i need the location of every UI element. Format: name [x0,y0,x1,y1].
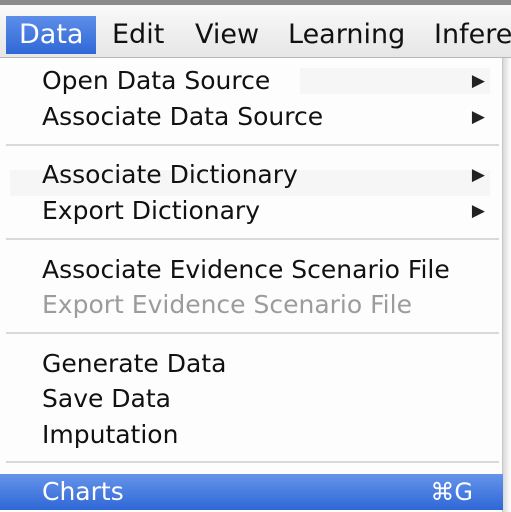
app-window: Data Edit View Learning Infere Open Data… [0,0,511,512]
menu-item-label: Generate Data [42,349,227,378]
menu-item-imputation[interactable]: Imputation [0,417,503,453]
menu-separator [6,461,499,463]
menubar-data[interactable]: Data [6,16,97,54]
menu-item-associate-data-source[interactable]: Associate Data Source ▶ [0,99,503,135]
menubar-learning[interactable]: Learning [275,16,418,54]
data-menu-dropdown: Open Data Source ▶ Associate Data Source… [0,58,503,512]
menu-item-label: Export Evidence Scenario File [42,290,412,319]
menu-bar: Data Edit View Learning Infere [0,0,511,58]
submenu-arrow-icon: ▶ [471,201,485,221]
menu-item-label: Associate Data Source [42,102,324,131]
menu-bar-top-edge [0,0,511,5]
menu-item-label: Save Data [42,384,172,413]
menubar-edit[interactable]: Edit [99,16,177,54]
menu-item-label: Associate Evidence Scenario File [42,255,450,284]
submenu-arrow-icon: ▶ [471,107,485,127]
menu-item-export-dictionary[interactable]: Export Dictionary ▶ [0,193,503,229]
menu-item-export-evidence-scenario-file: Export Evidence Scenario File [0,287,503,323]
menu-item-label: Open Data Source [42,66,271,95]
menu-item-label: Imputation [42,420,179,449]
menubar-view[interactable]: View [182,16,272,54]
menu-item-charts[interactable]: Charts ⌘G [0,474,503,510]
menu-item-label: Export Dictionary [42,196,261,225]
menu-item-associate-evidence-scenario-file[interactable]: Associate Evidence Scenario File [0,252,503,288]
menu-item-label: Charts [42,477,124,506]
menu-drop-shadow [503,58,511,512]
menu-item-open-data-source[interactable]: Open Data Source ▶ [0,63,503,99]
submenu-arrow-icon: ▶ [471,71,485,91]
submenu-arrow-icon: ▶ [471,165,485,185]
menu-item-generate-data[interactable]: Generate Data [0,346,503,382]
menu-separator [6,144,499,146]
menu-item-label: Associate Dictionary [42,160,298,189]
menubar-inference[interactable]: Infere [421,16,511,54]
menu-item-associate-dictionary[interactable]: Associate Dictionary ▶ [0,157,503,193]
menu-separator [6,332,499,334]
menu-item-save-data[interactable]: Save Data [0,381,503,417]
menu-separator [6,238,499,240]
keyboard-shortcut-label: ⌘G [430,478,473,506]
